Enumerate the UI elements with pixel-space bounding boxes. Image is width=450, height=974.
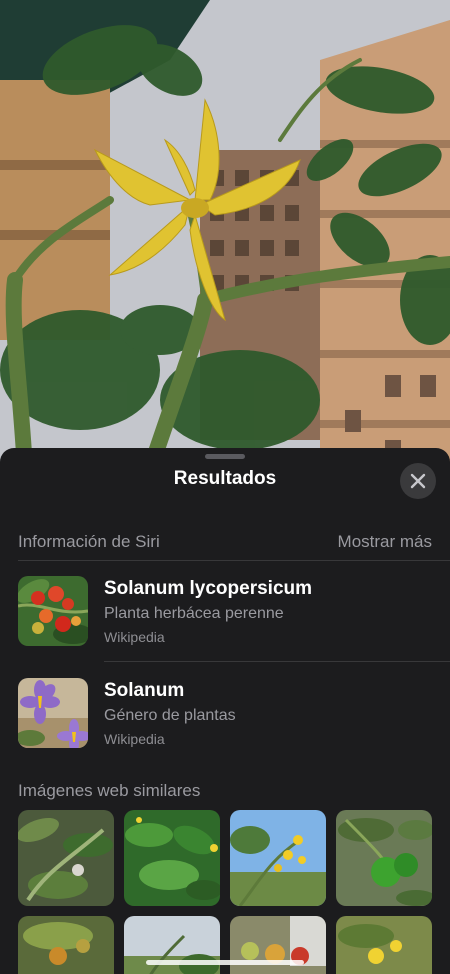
cherry-tomatoes-image[interactable] xyxy=(230,916,326,974)
siri-info-label: Información de Siri xyxy=(18,532,160,551)
result-subtitle: Planta herbácea perenne xyxy=(104,605,284,622)
result-subtitle: Género de plantas xyxy=(104,707,236,724)
result-source: Wikipedia xyxy=(104,629,165,645)
result-source: Wikipedia xyxy=(104,731,165,747)
result-item-solanum-lycopersicum[interactable]: Solanum lycopersicum Planta herbácea per… xyxy=(0,568,450,656)
purple-flower-thumbnail xyxy=(18,678,88,748)
tomato-flower-photo xyxy=(0,0,450,470)
tomato-plant-thumbnail xyxy=(18,576,88,646)
result-item-solanum[interactable]: Solanum Género de plantas Wikipedia xyxy=(0,670,450,758)
yellow-flower-image[interactable] xyxy=(336,916,432,974)
tomato-fruits-image[interactable] xyxy=(18,916,114,974)
similar-web-images-label: Imágenes web similares xyxy=(18,781,201,800)
close-button[interactable] xyxy=(400,463,436,499)
yellow-flowers-sky-image[interactable] xyxy=(230,810,326,906)
siri-info-header: Información de Siri Mostrar más xyxy=(18,530,432,554)
plant-garden-image[interactable] xyxy=(124,916,220,974)
tomato-plant-image[interactable] xyxy=(18,810,114,906)
show-more-link[interactable]: Mostrar más xyxy=(338,532,432,552)
divider xyxy=(18,560,450,561)
photo-illustration xyxy=(0,0,450,470)
result-title: Solanum lycopersicum xyxy=(104,578,313,599)
close-icon xyxy=(410,473,426,489)
sheet-grabber[interactable] xyxy=(205,454,245,459)
home-indicator[interactable] xyxy=(146,960,304,965)
results-sheet: Resultados Información de Siri Mostrar m… xyxy=(0,448,450,974)
result-title: Solanum xyxy=(104,680,185,701)
green-tomato-image[interactable] xyxy=(336,810,432,906)
green-leaves-image[interactable] xyxy=(124,810,220,906)
sheet-title: Resultados xyxy=(173,468,277,489)
divider xyxy=(104,661,450,662)
